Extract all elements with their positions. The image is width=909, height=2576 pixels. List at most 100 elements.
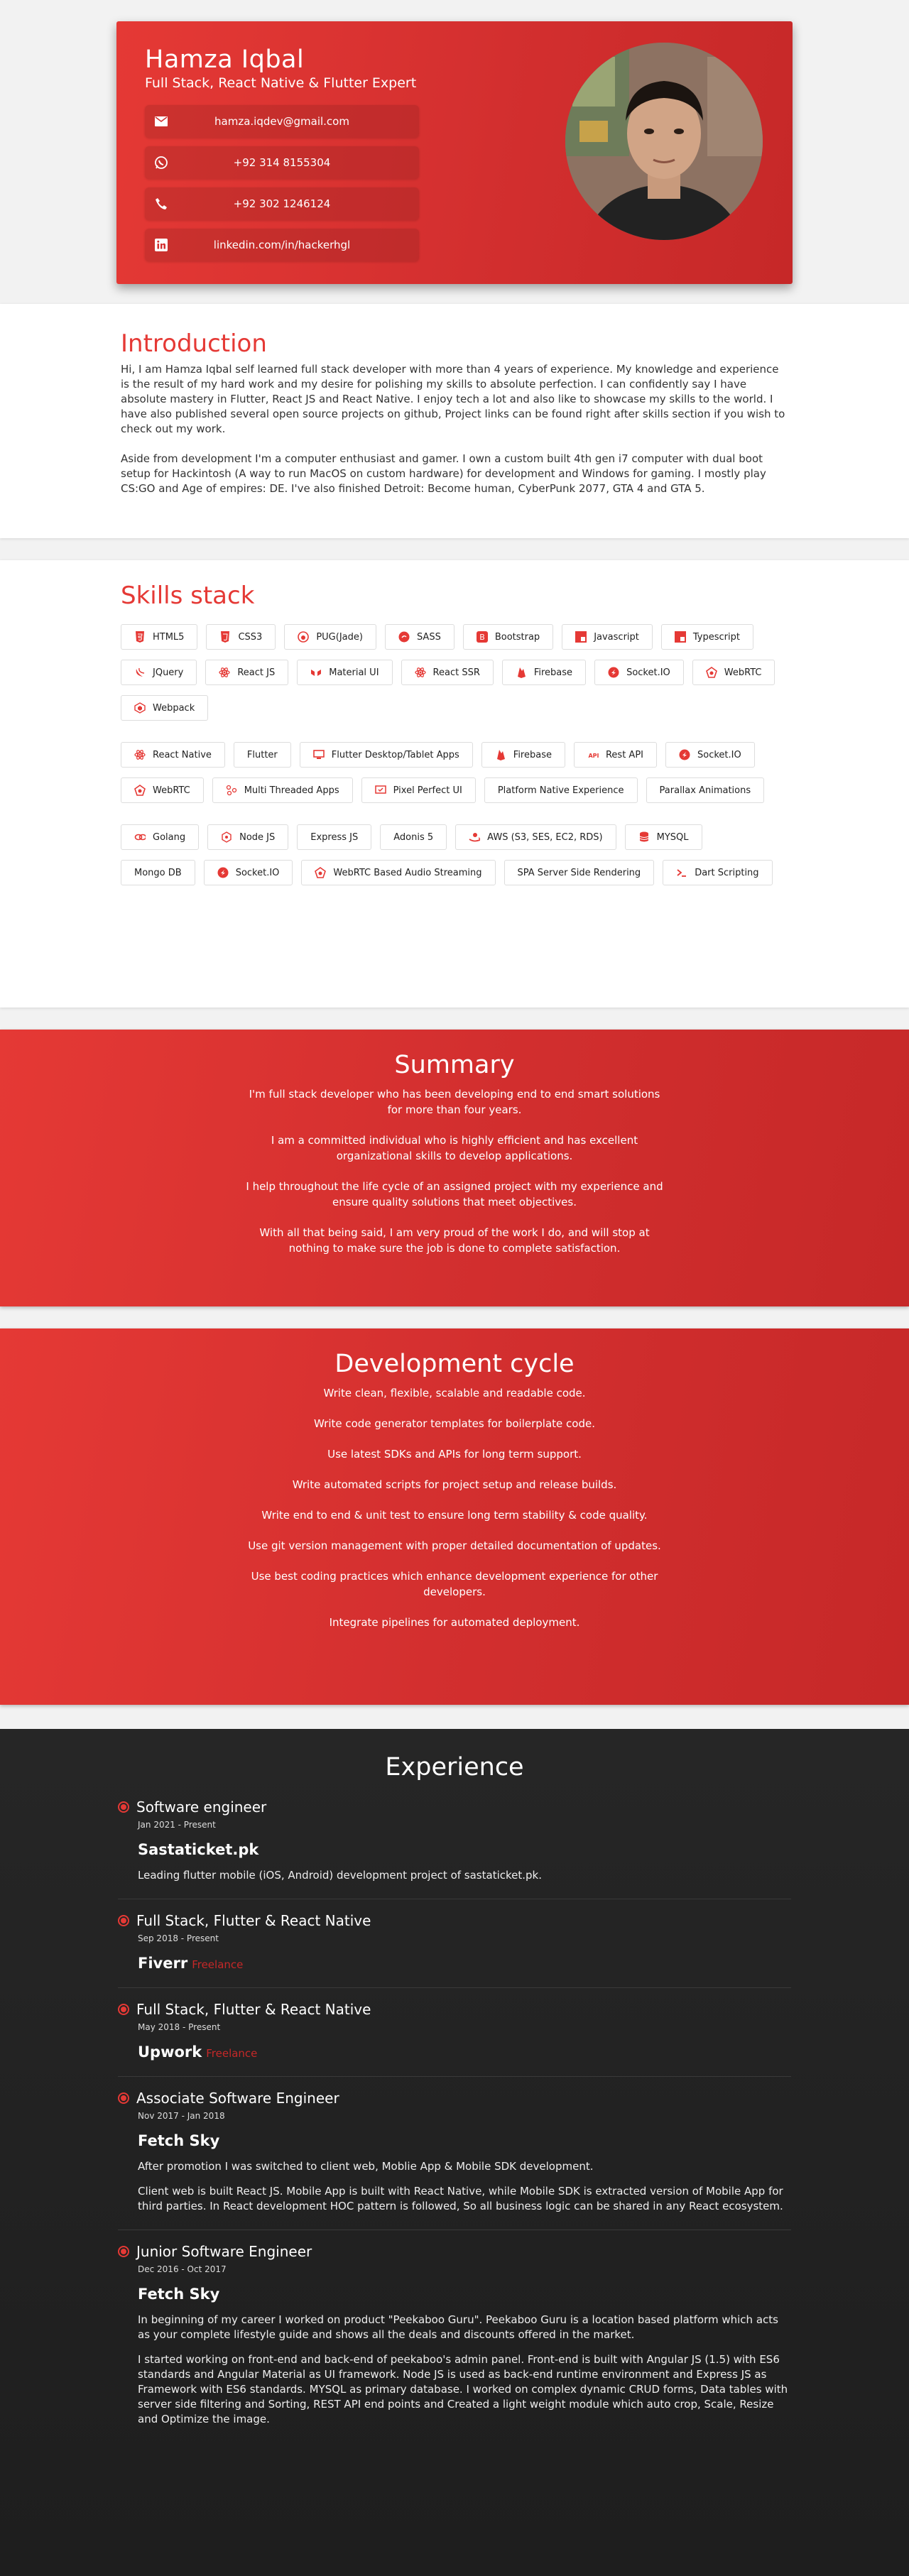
timeline-dot-icon [118, 2092, 129, 2104]
skill-chip-label: Flutter Desktop/Tablet Apps [331, 749, 459, 760]
summary-title: Summary [394, 1051, 515, 1079]
job-company: Fetch Sky [138, 2286, 791, 2303]
development-cycle-section: Development cycle Write clean, flexible,… [0, 1328, 909, 1705]
api-icon: API [587, 749, 599, 760]
skill-chip-label: React JS [237, 667, 276, 678]
skill-chip-label: Express JS [310, 831, 359, 843]
development-cycle-item: Write clean, flexible, scalable and read… [323, 1387, 586, 1399]
webrtc-icon [315, 867, 327, 878]
skill-group: HTML5 CSS3 PUG(Jade) SASS B Bootstrap Javascri… [121, 624, 788, 731]
job-company: Fetch Sky [138, 2132, 791, 2149]
skill-chip: Socket.IO [594, 660, 684, 685]
skill-chip-label: Flutter [246, 749, 278, 760]
development-cycle-item: Integrate pipelines for automated deploy… [329, 1616, 580, 1629]
job-description: In beginning of my career I worked on pr… [138, 2313, 778, 2341]
timeline-dot-icon [118, 1915, 129, 1926]
skill-groups: HTML5 CSS3 PUG(Jade) SASS B Bootstrap Javascri… [121, 624, 788, 895]
skill-chip-label: Javascript [594, 631, 639, 643]
skill-chip-label: Mongo DB [134, 867, 182, 878]
profile-avatar [565, 43, 763, 240]
skill-chip: API Rest API [573, 742, 657, 768]
job-company: Upwork Freelance [138, 2043, 791, 2061]
svg-text:API: API [588, 753, 599, 759]
job-company-name: Fetch Sky [138, 2286, 220, 2303]
skill-chip: Adonis 5 [380, 824, 447, 850]
nodejs-icon [221, 831, 232, 843]
skill-chip-label: Parallax Animations [659, 785, 751, 796]
desktop-icon [312, 749, 325, 760]
react-icon [414, 667, 426, 678]
skill-chip: Material UI [297, 660, 393, 685]
job-entry: Full Stack, Flutter & React Native Sep 20… [118, 1912, 791, 1988]
job-list: Software engineer Jan 2021 - Present Sasta… [0, 1799, 909, 2443]
mysql-icon [638, 831, 650, 843]
development-cycle-item: Write code generator templates for boile… [314, 1417, 595, 1430]
skill-chip: WebRTC Based Audio Streaming [301, 860, 496, 885]
job-company-name: Fetch Sky [138, 2132, 220, 2149]
skill-chip-label: SPA Server Side Rendering [517, 867, 641, 878]
skill-chip-label: AWS (S3, SES, EC2, RDS) [487, 831, 603, 843]
firebase-icon [495, 749, 506, 760]
summary-paragraph: I help throughout the life cycle of an a… [246, 1180, 663, 1208]
job-header: Full Stack, Flutter & React Native [118, 1912, 791, 1929]
sass-icon [398, 631, 410, 643]
skill-chip-label: HTML5 [153, 631, 185, 643]
contact-linkedin[interactable]: linkedin.com/in/hackerhgl [145, 229, 419, 261]
summary-paragraph: With all that being said, I am very prou… [259, 1226, 650, 1255]
skill-chip-label: CSS3 [238, 631, 263, 643]
introduction-paragraph: Hi, I am Hamza Iqbal self learned full s… [121, 363, 785, 435]
email-icon [153, 114, 169, 129]
skill-chip: PUG(Jade) [284, 624, 376, 650]
linkedin-icon [153, 237, 169, 253]
job-role: Full Stack, Flutter & React Native [136, 1912, 371, 1929]
introduction-title: Introduction [121, 329, 267, 358]
skill-group: React Native Flutter Flutter Desktop/Table… [121, 742, 788, 813]
skill-chip: Mongo DB [121, 860, 195, 885]
skills-title: Skills stack [121, 582, 255, 610]
skill-chip: WebRTC [121, 777, 204, 803]
skill-chip: Multi Threaded Apps [212, 777, 353, 803]
contact-email[interactable]: hamza.iqdev@gmail.com [145, 105, 419, 138]
aws-icon [469, 831, 481, 843]
skill-chip-label: React Native [153, 749, 212, 760]
header-section: Hamza Iqbal Full Stack, React Native & F… [0, 0, 909, 304]
skill-chip-label: Bootstrap [494, 631, 540, 643]
contact-phone[interactable]: +92 302 1246124 [145, 187, 419, 220]
skill-chip: AWS (S3, SES, EC2, RDS) [455, 824, 616, 850]
webpack-icon [134, 702, 146, 714]
skill-chip-label: Material UI [329, 667, 379, 678]
skill-chip-label: Pixel Perfect UI [393, 785, 462, 796]
html5-icon [134, 631, 146, 643]
webrtc-icon [134, 785, 146, 796]
timeline-dot-icon [118, 2004, 129, 2015]
socketio-icon [217, 867, 229, 878]
skill-chip: React Native [121, 742, 225, 768]
skill-chip: Node JS [207, 824, 289, 850]
contact-email-text: hamza.iqdev@gmail.com [214, 115, 349, 128]
threads-icon [226, 785, 237, 796]
job-description: Leading flutter mobile (iOS, Android) de… [138, 1869, 542, 1882]
development-cycle-item: Use latest SDKs and APIs for long term s… [327, 1448, 582, 1461]
job-date: Dec 2016 - Oct 2017 [138, 2264, 227, 2274]
skill-chip-label: JQuery [153, 667, 184, 678]
skill-chip: B Bootstrap [462, 624, 554, 650]
socketio-icon [679, 749, 690, 760]
skill-chip-label: WebRTC [153, 785, 190, 796]
contact-whatsapp-text: +92 314 8155304 [233, 156, 331, 169]
experience-section: Experience Software engineer Jan 2021 - P… [0, 1729, 909, 2576]
skill-chip: Platform Native Experience [484, 777, 638, 803]
skill-chip: Golang [121, 824, 200, 850]
skill-chip-label: React SSR [432, 667, 480, 678]
profile-subtitle: Full Stack, React Native & Flutter Exper… [145, 75, 417, 91]
introduction-section: Introduction Hi, I am Hamza Iqbal self l… [0, 304, 909, 538]
socketio-icon [608, 667, 619, 678]
contact-whatsapp[interactable]: +92 314 8155304 [145, 146, 419, 179]
job-entry: Junior Software Engineer Dec 2016 - Oct 2… [118, 2243, 791, 2443]
profile-card: Hamza Iqbal Full Stack, React Native & F… [116, 21, 793, 284]
development-cycle-item: Use best coding practices which enhance … [251, 1570, 658, 1598]
skill-chip: SASS [384, 624, 454, 650]
skill-chip-label: Firebase [533, 667, 573, 678]
skill-chip: Parallax Animations [646, 777, 765, 803]
job-header: Full Stack, Flutter & React Native [118, 2001, 791, 2018]
contact-list: hamza.iqdev@gmail.com +92 314 8155304 +9… [145, 105, 419, 270]
